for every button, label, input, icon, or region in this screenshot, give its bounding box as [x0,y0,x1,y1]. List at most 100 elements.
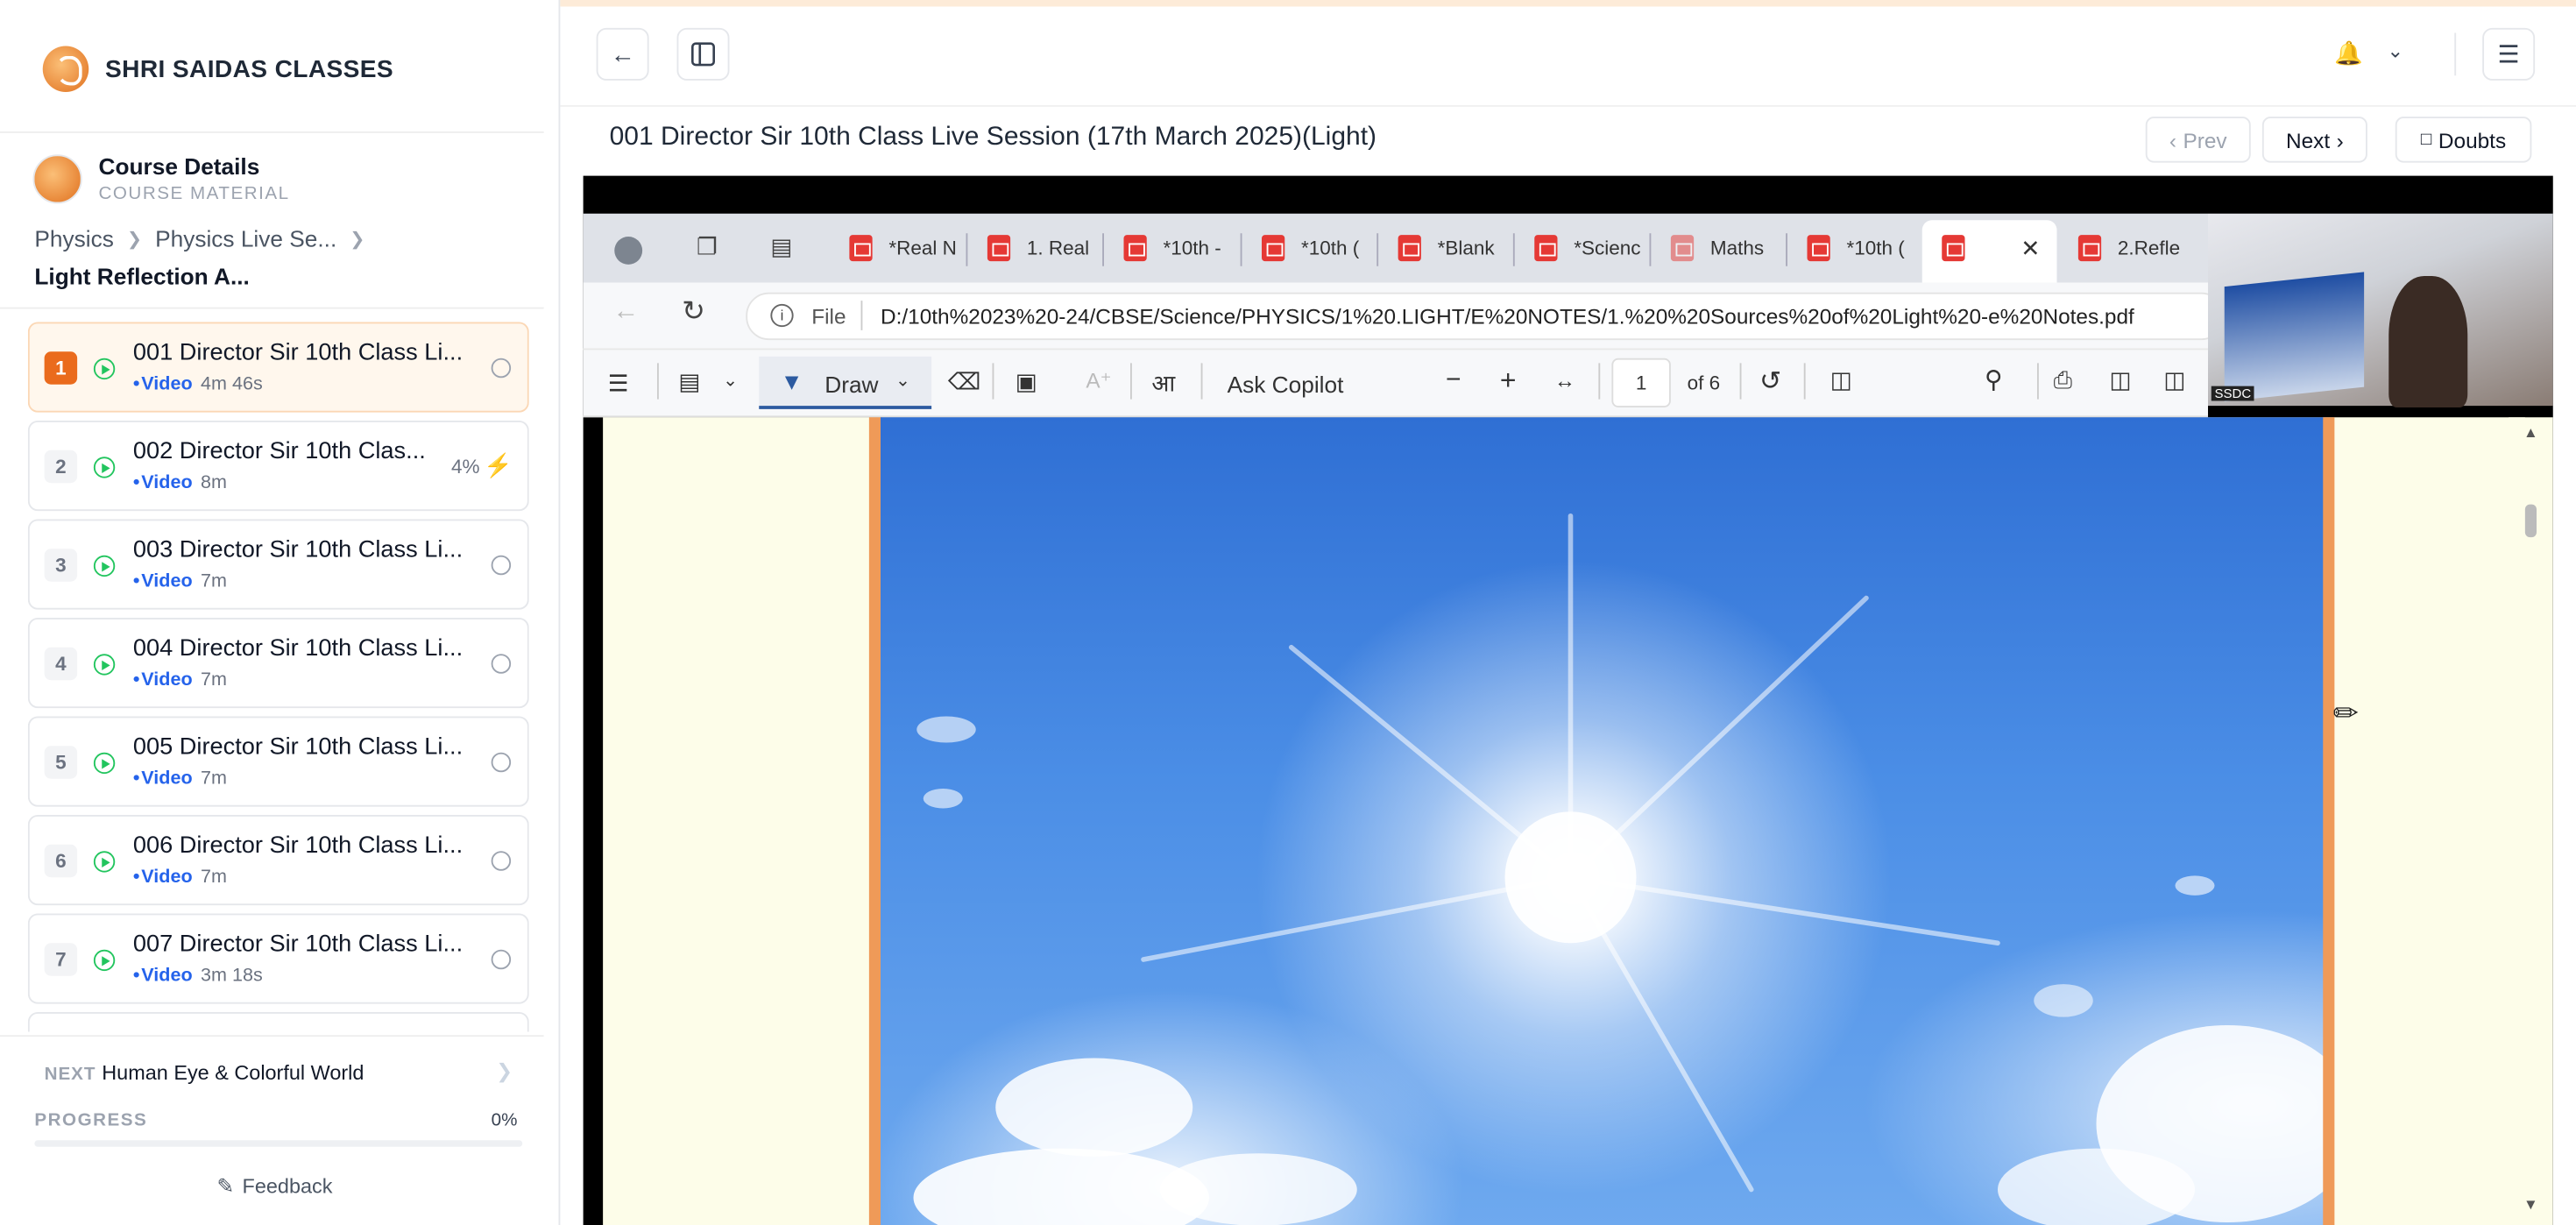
back-button[interactable]: ← [596,27,649,81]
read-aloud-icon: A⁺ [1086,368,1112,393]
browser-tab: *Real N [849,230,957,266]
video-player[interactable]: ❐ ▤ *Real N 1. Real *10th - *10th ( *Bla… [583,175,2553,1225]
scroll-down-icon: ▼ [2523,1196,2538,1213]
lesson-title: 001 Director Sir 10th Class Li... [132,340,464,367]
brand[interactable]: SHRI SAIDAS CLASSES [42,46,393,92]
lesson-meta: Video 7m [133,769,227,790]
next-chapter-link[interactable]: NEXT Human Eye & Colorful World ❯ [0,1035,544,1108]
play-icon [93,555,116,577]
lesson-item[interactable]: 5 005 Director Sir 10th Class Li... Vide… [27,716,529,807]
browser-tab-active: ✕ [1942,230,2040,266]
progress-value: 0% [491,1110,518,1131]
lesson-item[interactable]: 3 003 Director Sir 10th Class Li... Vide… [27,519,529,610]
lesson-item[interactable]: 6 006 Director Sir 10th Class Li... Vide… [27,815,529,906]
fit-width-icon: ↔ [1553,368,1576,393]
browser-tab: 1. Real [987,230,1089,266]
draw-label: Draw [824,371,879,398]
eraser-icon: ⌫ [947,368,980,394]
chevron-down-icon[interactable]: ⌄ [2387,39,2403,62]
lesson-number: 6 [44,844,78,878]
ask-copilot-label: Ask Copilot [1227,371,1344,398]
prev-button[interactable]: ‹ Prev [2145,117,2251,163]
play-icon [93,358,116,380]
translate-icon: आ [1151,369,1176,396]
tab-label: *Scienc [1574,237,1641,260]
breadcrumb-item-live-sessions[interactable]: Physics Live Se... [155,225,336,251]
browser-tab: *Scienc [1534,230,1641,266]
sky-sun-image [881,417,2325,1225]
pdf-icon [1942,235,1965,262]
divider [1200,363,1203,400]
tab-label: 2.Refle [2117,237,2181,260]
status-circle-icon [491,752,512,773]
recorded-pdf-toolbar: ☰ ▤ ⌄ ▼ Draw ⌄ ⌫ ▣ A⁺ आ Ask Copilot − + … [583,348,2208,418]
divider [1739,363,1742,400]
lesson-duration: 7m [201,670,227,690]
pdf-icon [1123,235,1147,262]
search-icon: ⚲ [1985,366,2003,394]
divider [2454,32,2457,76]
recorded-address-bar: ← ↻ i File D:/10th%2023%20-24/CBSE/Scien… [583,282,2225,349]
lesson-number: 3 [44,549,78,582]
lesson-type: Video [133,967,193,987]
lesson-list: 1 001 Director Sir 10th Class Li... Vide… [27,322,529,1032]
next-chapter-title: Human Eye & Colorful World [102,1061,364,1085]
rotate-icon: ↺ [1759,368,1782,396]
webcam-overlay: SSDC [2208,213,2553,407]
lesson-duration: 3m 18s [201,966,263,987]
scroll-up-icon: ▲ [2523,423,2538,441]
url-box: i File D:/10th%2023%20-24/CBSE/Science/P… [746,292,2225,341]
chevron-down-icon: ⌄ [895,371,911,392]
lesson-item[interactable]: 1 001 Director Sir 10th Class Li... Vide… [27,322,529,413]
status-circle-icon [491,949,512,970]
lesson-item[interactable]: 2 002 Director Sir 10th Clas... Video8m … [27,421,529,512]
sun-rays-icon [913,513,2325,1225]
lesson-type: Video [133,670,193,690]
feedback-button[interactable]: ✎ Feedback [217,1173,333,1198]
lesson-item[interactable]: 7 007 Director Sir 10th Class Li... Vide… [27,913,529,1004]
feedback-label: Feedback [242,1173,333,1197]
lesson-number: 2 [44,450,78,484]
status-circle-icon [491,851,512,871]
breadcrumb-item-physics[interactable]: Physics [34,225,113,251]
tab-label: 1. Real [1026,237,1090,260]
tab-label: *10th - [1163,237,1221,260]
highlight-icon: ▤ [678,368,701,394]
lesson-duration: 7m [201,768,227,790]
tab-separator [1376,233,1379,266]
close-icon: ✕ [2020,234,2041,261]
lesson-item-partial[interactable] [27,1012,529,1032]
divider [657,363,659,400]
doubts-label: Doubts [2438,127,2507,152]
chevron-right-icon: › [2336,127,2344,152]
toggle-sidebar-button[interactable] [676,27,730,81]
pdf-icon [2077,235,2102,262]
recorded-browser-tabbar: ❐ ▤ *Real N 1. Real *10th - *10th ( *Bla… [583,213,2208,283]
pdf-icon [1398,235,1421,262]
page-total: of 6 [1687,371,1721,394]
pdf-icon [1807,235,1830,262]
divider [860,301,863,330]
arrow-left-icon: ← [612,297,640,326]
lesson-item[interactable]: 4 004 Director Sir 10th Class Li... Vide… [27,618,529,709]
menu-button[interactable]: ☰ [2482,27,2536,81]
course-subtitle: COURSE MATERIAL [98,184,290,204]
lesson-number: 1 [44,351,78,385]
save-icon: ◫ [2109,366,2132,393]
next-button[interactable]: Next › [2261,117,2367,163]
bell-icon[interactable]: 🔔 [2334,39,2363,67]
browser-tab: 2.Refle [2077,230,2181,266]
lesson-meta: Video 3m 18s [133,967,263,987]
status-circle-icon [491,654,512,674]
play-icon [93,752,116,775]
browser-tab: *10th ( [1807,230,1905,266]
lesson-meta: Video 7m [133,867,227,888]
chevron-right-icon: ❯ [496,1059,513,1083]
tab-separator [1786,233,1787,266]
doubts-button[interactable]: □ Doubts [2395,117,2532,163]
progress-label: PROGRESS [34,1110,148,1131]
profile-avatar-icon [614,237,643,265]
chat-icon: □ [2420,130,2432,150]
play-icon [93,851,116,873]
tab-separator [1512,233,1515,266]
